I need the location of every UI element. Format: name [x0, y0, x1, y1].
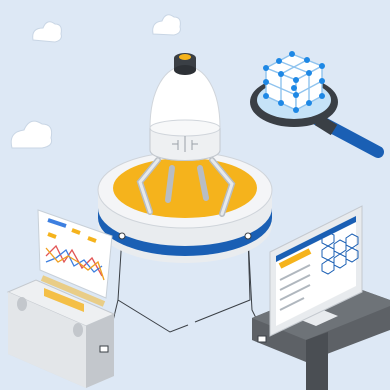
- cloud-icon: [10, 120, 53, 149]
- hardware-device-icon: [6, 279, 116, 388]
- cloud-icon: [32, 21, 62, 43]
- isometric-illustration: [0, 0, 390, 390]
- launch-platform: [97, 151, 273, 263]
- cloud-icon: [152, 14, 181, 36]
- illustration-canvas: [6, 14, 390, 390]
